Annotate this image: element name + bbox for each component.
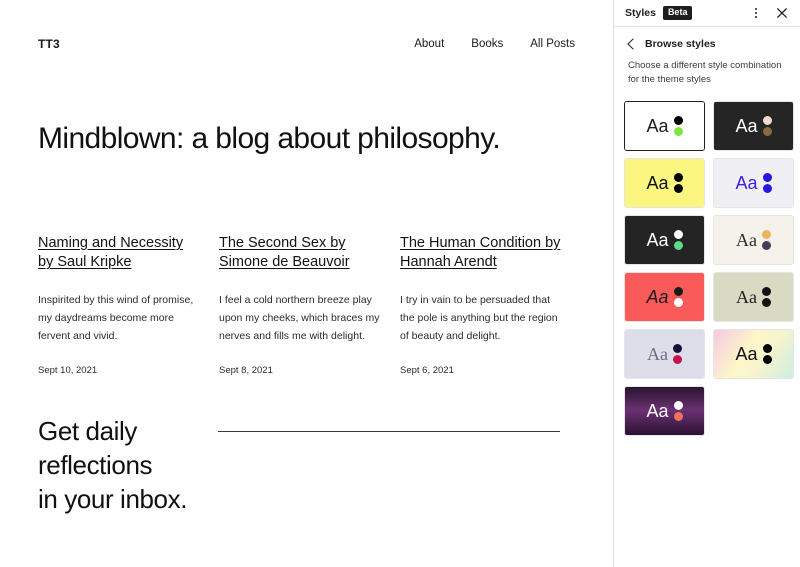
post-date: Sept 6, 2021 [400,364,454,376]
post-date: Sept 8, 2021 [219,364,273,376]
swatch-color-dots [673,343,682,364]
nav-link-books[interactable]: Books [471,38,503,50]
swatch-color-dots [762,343,772,364]
swatch-color-dot-primary [673,343,682,353]
newsletter-section: Get daily reflections in your inbox. [0,376,613,517]
swatch-sample-text: Aa [736,286,757,307]
style-swatch-coral-italic[interactable]: Aa [624,271,705,322]
swatch-color-dots [673,286,683,307]
swatch-color-dot-secondary [762,240,771,250]
swatch-color-dot-primary [762,115,772,125]
sidebar-description: Choose a different style combination for… [628,60,782,85]
swatch-color-dot-primary [673,400,683,410]
hero-section: Mindblown: a blog about philosophy. [0,56,613,157]
site-header: TT3 About Books All Posts [0,0,613,56]
style-swatch-default-light[interactable]: Aa [624,100,705,151]
swatch-color-dots [762,286,771,307]
swatch-color-dots [673,400,683,421]
style-swatch-dark-purple-gradient[interactable]: Aa [624,385,705,436]
swatch-color-dot-secondary [762,183,772,193]
site-preview-canvas: TT3 About Books All Posts Mindblown: a b… [0,0,613,567]
swatch-color-dot-secondary [673,240,683,250]
page-title: Mindblown: a blog about philosophy. [38,122,501,155]
post-title-link[interactable]: The Human Condition by Hannah Arendt [400,234,563,273]
breadcrumb[interactable]: Browse styles [614,27,800,56]
post-card: The Second Sex by Simone de Beauvoir I f… [219,234,382,376]
swatch-sample-text: Aa [646,286,669,307]
post-date: Sept 10, 2021 [38,364,98,376]
swatch-color-dot-primary [673,172,683,182]
breadcrumb-label: Browse styles [645,38,716,50]
sidebar-title: Styles [625,7,656,19]
swatch-color-dot-primary [762,172,772,182]
swatch-sample-text: Aa [736,229,757,250]
close-sidebar-button[interactable] [772,3,792,23]
sidebar-header: Styles Beta [614,0,800,27]
post-card: The Human Condition by Hannah Arendt I t… [400,234,563,376]
style-swatch-dark-green[interactable]: Aa [624,214,705,265]
style-swatch-dark-tan[interactable]: Aa [713,100,794,151]
style-swatch-yellow[interactable]: Aa [624,157,705,208]
swatch-color-dot-primary [762,286,771,296]
swatch-color-dots [673,172,683,193]
swatch-color-dot-primary [762,229,771,239]
swatch-color-dot-secondary [673,126,683,136]
chevron-left-icon [627,38,639,50]
swatch-color-dot-secondary [673,411,683,421]
swatch-color-dot-secondary [673,297,683,307]
swatch-color-dots [762,229,771,250]
swatch-color-dot-secondary [762,297,771,307]
swatch-color-dot-secondary [673,183,683,193]
swatch-sample-text: Aa [735,172,758,193]
swatch-color-dot-primary [762,343,772,353]
post-excerpt: I try in vain to be persuaded that the p… [400,293,558,342]
swatch-color-dot-secondary [673,354,682,364]
swatch-sample-text: Aa [735,343,758,364]
nav-link-all-posts[interactable]: All Posts [530,38,575,50]
close-icon [776,7,788,19]
swatch-sample-text: Aa [646,115,669,136]
swatch-color-dot-primary [673,286,683,296]
post-list: Naming and Necessity by Saul Kripke Insp… [0,157,613,376]
swatch-sample-text: Aa [646,229,669,250]
post-title-link[interactable]: The Second Sex by Simone de Beauvoir [219,234,382,273]
post-excerpt: I feel a cold northern breeze play upon … [219,293,380,342]
nav-link-about[interactable]: About [414,38,444,50]
style-variation-grid: Aa Aa Aa Aa Aa Aa Aa Aa Aa Aa Aa [614,87,800,436]
newsletter-heading: Get daily reflections in your inbox. [38,415,188,515]
swatch-color-dots [762,172,772,193]
swatch-sample-text: Aa [647,343,668,364]
swatch-color-dot-primary [673,229,683,239]
newsletter-rule-wrapper [218,414,575,432]
sidebar-header-actions [746,3,792,23]
swatch-color-dots [673,115,683,136]
style-swatch-cream-serif[interactable]: Aa [713,214,794,265]
style-swatch-pale-blue-violet[interactable]: Aa [713,157,794,208]
swatch-color-dots [762,115,772,136]
kebab-menu-icon [755,8,757,18]
site-logo[interactable]: TT3 [38,37,60,51]
style-swatch-pastel-gradient[interactable]: Aa [713,328,794,379]
swatch-color-dot-secondary [762,354,772,364]
post-excerpt: Inspirited by this wind of promise, my d… [38,293,194,342]
horizontal-divider [218,430,560,432]
style-swatch-sage-serif[interactable]: Aa [713,271,794,322]
site-nav: About Books All Posts [414,38,575,50]
style-swatch-lavender-serif[interactable]: Aa [624,328,705,379]
post-title-link[interactable]: Naming and Necessity by Saul Kripke [38,234,201,273]
swatch-sample-text: Aa [646,400,669,421]
swatch-color-dots [673,229,683,250]
beta-badge: Beta [662,6,693,20]
swatch-sample-text: Aa [735,115,758,136]
styles-sidebar: Styles Beta Browse styles Choose a diffe… [613,0,800,567]
swatch-sample-text: Aa [646,172,669,193]
swatch-color-dot-primary [673,115,683,125]
app-root: TT3 About Books All Posts Mindblown: a b… [0,0,800,567]
swatch-color-dot-secondary [762,126,772,136]
post-card: Naming and Necessity by Saul Kripke Insp… [38,234,201,376]
more-options-button[interactable] [746,3,766,23]
